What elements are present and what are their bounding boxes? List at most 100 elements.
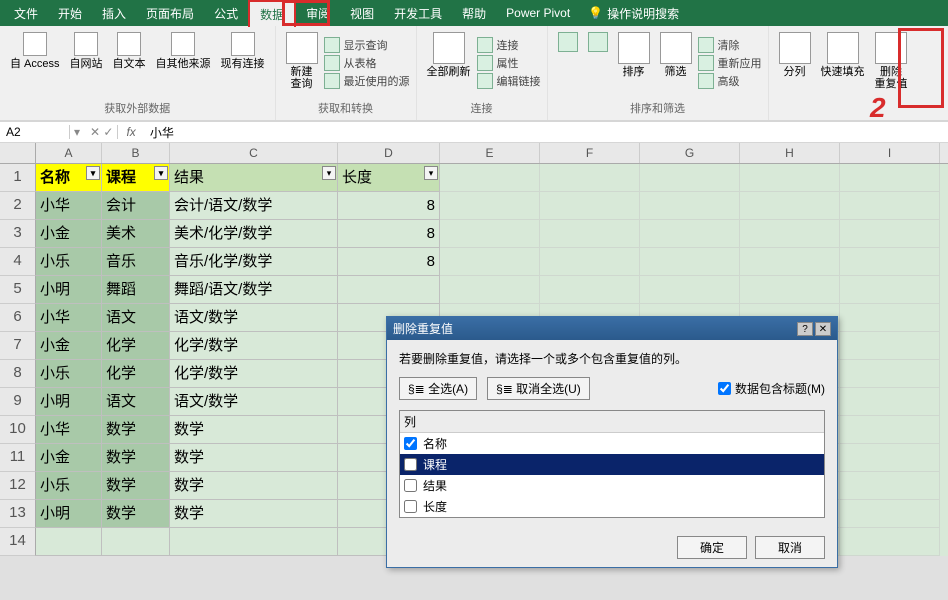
empty-cell[interactable]	[640, 276, 740, 304]
empty-cell[interactable]	[840, 248, 940, 276]
fx-icon[interactable]: fx	[118, 125, 143, 139]
empty-cell[interactable]	[440, 192, 540, 220]
sort-button[interactable]: 排序	[614, 28, 654, 98]
data-cell[interactable]: 语文	[102, 304, 170, 332]
data-cell[interactable]: 小明	[36, 500, 102, 528]
data-cell[interactable]: 8	[338, 220, 440, 248]
data-cell[interactable]: 会计	[102, 192, 170, 220]
headers-checkbox-input[interactable]	[718, 382, 731, 395]
data-cell[interactable]: 数学	[170, 472, 338, 500]
empty-cell[interactable]	[640, 220, 740, 248]
data-cell[interactable]: 数学	[102, 500, 170, 528]
data-cell[interactable]: 数学	[102, 444, 170, 472]
empty-cell[interactable]	[840, 528, 940, 556]
recent-sources-button[interactable]: 最近使用的源	[324, 73, 410, 89]
header-cell[interactable]: 课程▾	[102, 164, 170, 192]
menu-data[interactable]: 数据	[248, 0, 296, 27]
row-header-2[interactable]: 2	[0, 192, 36, 220]
data-cell[interactable]: 化学	[102, 332, 170, 360]
filter-dropdown-icon[interactable]: ▾	[86, 166, 100, 180]
empty-cell[interactable]	[840, 192, 940, 220]
clear-filter-button[interactable]: 清除	[698, 37, 762, 53]
empty-cell[interactable]	[740, 192, 840, 220]
name-box[interactable]: A2	[0, 125, 70, 139]
flash-fill-button[interactable]: 快速填充	[817, 28, 869, 118]
col-header-I[interactable]: I	[840, 143, 940, 163]
data-cell[interactable]: 数学	[170, 416, 338, 444]
data-cell[interactable]: 语文	[102, 388, 170, 416]
data-cell[interactable]: 化学	[102, 360, 170, 388]
menu-insert[interactable]: 插入	[92, 1, 136, 26]
empty-cell[interactable]	[440, 220, 540, 248]
from-text-button[interactable]: 自文本	[109, 28, 150, 98]
remove-duplicates-button[interactable]: 删除 重复值	[871, 28, 912, 118]
data-cell[interactable]: 小金	[36, 220, 102, 248]
new-query-button[interactable]: 新建 查询	[282, 28, 322, 98]
from-table-button[interactable]: 从表格	[324, 55, 410, 71]
col-header-A[interactable]: A	[36, 143, 102, 163]
data-cell[interactable]: 数学	[170, 444, 338, 472]
row-header-14[interactable]: 14	[0, 528, 36, 556]
menu-file[interactable]: 文件	[4, 1, 48, 26]
data-cell[interactable]: 小华	[36, 416, 102, 444]
data-cell[interactable]: 8	[338, 248, 440, 276]
row-header-13[interactable]: 13	[0, 500, 36, 528]
text-to-columns-button[interactable]: 分列	[775, 28, 815, 118]
filter-button[interactable]: 筛选	[656, 28, 696, 98]
advanced-filter-button[interactable]: 高级	[698, 73, 762, 89]
data-cell[interactable]: 小明	[36, 388, 102, 416]
data-cell[interactable]: 8	[338, 192, 440, 220]
empty-cell[interactable]	[840, 472, 940, 500]
data-cell[interactable]: 舞蹈	[102, 276, 170, 304]
show-queries-button[interactable]: 显示查询	[324, 37, 410, 53]
data-cell[interactable]: 语文/数学	[170, 304, 338, 332]
empty-cell[interactable]	[840, 500, 940, 528]
row-header-7[interactable]: 7	[0, 332, 36, 360]
row-header-4[interactable]: 4	[0, 248, 36, 276]
data-cell[interactable]: 语文/数学	[170, 388, 338, 416]
empty-cell[interactable]	[840, 304, 940, 332]
from-access-button[interactable]: 自 Access	[6, 28, 64, 98]
cancel-button[interactable]: 取消	[755, 536, 825, 559]
row-header-11[interactable]: 11	[0, 444, 36, 472]
data-cell[interactable]: 会计/语文/数学	[170, 192, 338, 220]
empty-cell[interactable]	[540, 220, 640, 248]
empty-cell[interactable]	[740, 220, 840, 248]
menu-view[interactable]: 视图	[340, 1, 384, 26]
col-header-B[interactable]: B	[102, 143, 170, 163]
menu-review[interactable]: 审阅	[296, 1, 340, 26]
menu-dev[interactable]: 开发工具	[384, 1, 452, 26]
column-item-course[interactable]: 课程	[400, 454, 824, 475]
row-header-5[interactable]: 5	[0, 276, 36, 304]
data-cell[interactable]	[338, 276, 440, 304]
empty-cell[interactable]	[540, 164, 640, 192]
row-header-8[interactable]: 8	[0, 360, 36, 388]
empty-cell[interactable]	[540, 192, 640, 220]
tell-me[interactable]: 💡 操作说明搜索	[588, 5, 679, 22]
empty-cell[interactable]	[170, 528, 338, 556]
menu-powerpivot[interactable]: Power Pivot	[496, 2, 580, 24]
from-other-button[interactable]: 自其他来源	[152, 28, 215, 98]
connections-button[interactable]: 连接	[477, 37, 541, 53]
empty-cell[interactable]	[840, 388, 940, 416]
data-cell[interactable]: 音乐	[102, 248, 170, 276]
data-cell[interactable]: 小金	[36, 444, 102, 472]
data-cell[interactable]: 舞蹈/语文/数学	[170, 276, 338, 304]
namebox-dropdown-icon[interactable]: ▾ ✕ ✓	[70, 125, 118, 139]
empty-cell[interactable]	[840, 360, 940, 388]
col-header-F[interactable]: F	[540, 143, 640, 163]
data-cell[interactable]: 小乐	[36, 248, 102, 276]
filter-dropdown-icon[interactable]: ▾	[424, 166, 438, 180]
empty-cell[interactable]	[440, 164, 540, 192]
column-item-length[interactable]: 长度	[400, 496, 824, 517]
empty-cell[interactable]	[440, 276, 540, 304]
data-cell[interactable]: 小华	[36, 304, 102, 332]
ok-button[interactable]: 确定	[677, 536, 747, 559]
data-cell[interactable]: 小明	[36, 276, 102, 304]
data-cell[interactable]: 音乐/化学/数学	[170, 248, 338, 276]
menu-home[interactable]: 开始	[48, 1, 92, 26]
col-header-D[interactable]: D	[338, 143, 440, 163]
empty-cell[interactable]	[36, 528, 102, 556]
header-cell[interactable]: 结果▾	[170, 164, 338, 192]
empty-cell[interactable]	[740, 248, 840, 276]
